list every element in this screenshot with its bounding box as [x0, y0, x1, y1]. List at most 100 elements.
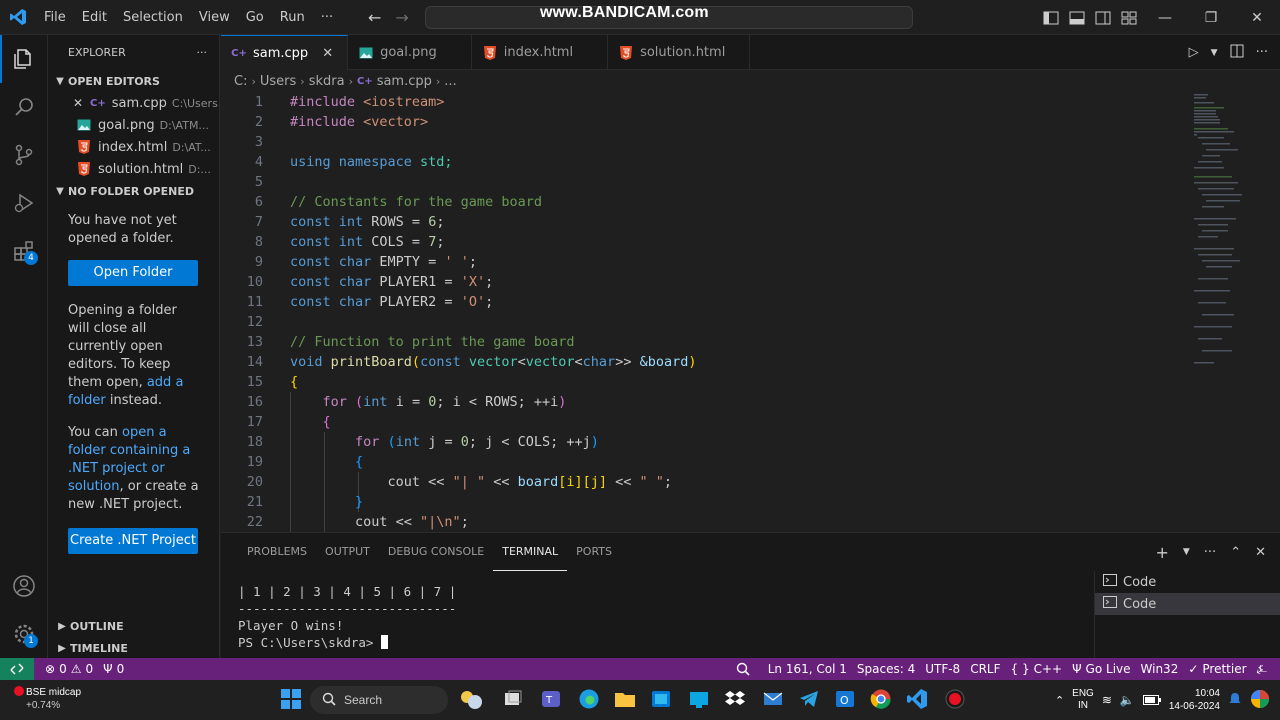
- breadcrumb-item[interactable]: sam.cpp: [377, 74, 432, 89]
- open-editor-solution-html[interactable]: solution.html D:...: [48, 158, 219, 180]
- split-editor-icon[interactable]: [1230, 44, 1244, 62]
- outline-header[interactable]: ▶ OUTLINE: [48, 615, 220, 637]
- chrome-icon[interactable]: [870, 688, 894, 712]
- create-net-project-button[interactable]: Create .NET Project: [68, 528, 198, 554]
- ports-status[interactable]: Ψ0: [98, 662, 129, 676]
- open-editor-index-html[interactable]: index.html D:\AT...: [48, 136, 219, 158]
- code-editor[interactable]: 1 #include <iostream> 2 #include <vector> …: [221, 92, 1280, 532]
- language-indicator[interactable]: ENG IN: [1072, 688, 1094, 712]
- remote-icon[interactable]: [0, 658, 34, 680]
- menu-run[interactable]: Run: [272, 0, 313, 35]
- tab-output[interactable]: OUTPUT: [316, 533, 379, 571]
- toggle-sidebar-icon[interactable]: [1038, 0, 1064, 35]
- close-icon[interactable]: ✕: [73, 96, 85, 110]
- open-editor-goal-png[interactable]: goal.png D:\ATM...: [48, 114, 219, 136]
- terminal-instance[interactable]: Code: [1095, 571, 1280, 593]
- vscode-taskbar-icon[interactable]: [906, 688, 930, 712]
- open-editor-sam-cpp[interactable]: ✕ C+ sam.cpp C:\Users...: [48, 92, 219, 114]
- platform[interactable]: Win32: [1136, 662, 1184, 676]
- color-app-icon[interactable]: [1250, 689, 1270, 712]
- toggle-secondary-sidebar-icon[interactable]: [1090, 0, 1116, 35]
- minimap[interactable]: [1192, 92, 1280, 532]
- more-actions-icon[interactable]: ···: [1204, 545, 1216, 560]
- notification-icon[interactable]: [1228, 692, 1242, 709]
- close-window-icon[interactable]: ✕: [1234, 0, 1280, 35]
- volume-icon[interactable]: 🔈: [1120, 693, 1135, 707]
- clock[interactable]: 10:04 14-06-2024: [1169, 687, 1220, 713]
- tab-debug-console[interactable]: DEBUG CONSOLE: [379, 533, 493, 571]
- edge-icon[interactable]: [578, 688, 602, 712]
- timeline-header[interactable]: ▶ TIMELINE: [48, 637, 220, 659]
- toggle-panel-icon[interactable]: [1064, 0, 1090, 35]
- task-view-icon[interactable]: [502, 688, 526, 712]
- maximize-panel-icon[interactable]: ⌃: [1230, 545, 1241, 560]
- mail-icon[interactable]: [762, 688, 786, 712]
- menu-view[interactable]: View: [191, 0, 238, 35]
- tab-terminal[interactable]: TERMINAL: [493, 533, 568, 571]
- accounts-icon[interactable]: [0, 562, 48, 610]
- stock-widget[interactable]: BSE midcap +0.74%: [26, 686, 81, 712]
- gear-icon[interactable]: 1: [0, 610, 48, 658]
- close-panel-icon[interactable]: ✕: [1255, 545, 1266, 560]
- back-arrow-icon[interactable]: ←: [368, 8, 381, 27]
- end-of-line[interactable]: CRLF: [965, 662, 1005, 676]
- customize-layout-icon[interactable]: [1116, 0, 1142, 35]
- encoding[interactable]: UTF-8: [920, 662, 965, 676]
- cursor-position[interactable]: Ln 161, Col 1: [763, 662, 852, 676]
- prettier[interactable]: ✓ Prettier: [1183, 662, 1251, 676]
- no-folder-header[interactable]: ▼ NO FOLDER OPENED: [48, 180, 219, 202]
- breadcrumb-item[interactable]: C:: [234, 74, 247, 89]
- close-icon[interactable]: ✕: [322, 46, 333, 61]
- search-icon[interactable]: [0, 83, 48, 131]
- bell-icon[interactable]: ⍼: [1252, 662, 1272, 677]
- store-icon[interactable]: [650, 688, 674, 712]
- chevron-down-icon[interactable]: ▼: [1183, 547, 1190, 557]
- go-live[interactable]: Ψ Go Live: [1067, 662, 1135, 676]
- taskbar-search[interactable]: Search: [310, 686, 448, 714]
- menu-edit[interactable]: Edit: [74, 0, 115, 35]
- indentation[interactable]: Spaces: 4: [852, 662, 920, 676]
- tab-index-html[interactable]: index.html: [472, 35, 609, 70]
- restore-icon[interactable]: ❐: [1188, 0, 1234, 35]
- app-icon[interactable]: [688, 688, 712, 712]
- file-explorer-icon[interactable]: [614, 688, 638, 712]
- new-terminal-icon[interactable]: +: [1155, 543, 1168, 562]
- teams-icon[interactable]: T: [540, 688, 564, 712]
- forward-arrow-icon[interactable]: →: [395, 8, 408, 27]
- battery-icon[interactable]: [1142, 693, 1161, 708]
- minimize-icon[interactable]: —: [1142, 0, 1188, 35]
- tab-ports[interactable]: PORTS: [567, 533, 621, 571]
- telegram-icon[interactable]: [798, 688, 822, 712]
- tab-solution-html[interactable]: solution.html: [608, 35, 751, 70]
- outlook-icon[interactable]: O: [834, 688, 858, 712]
- windows-start-icon[interactable]: [280, 688, 304, 712]
- menu-selection[interactable]: Selection: [115, 0, 191, 35]
- chevron-down-icon[interactable]: ▼: [1211, 48, 1218, 58]
- tab-problems[interactable]: PROBLEMS: [238, 533, 316, 571]
- record-icon[interactable]: [944, 688, 968, 712]
- language-mode[interactable]: { } C++: [1006, 662, 1068, 676]
- zoom-icon[interactable]: [731, 662, 755, 676]
- terminal-instance[interactable]: Code: [1095, 593, 1280, 615]
- explorer-icon[interactable]: [0, 35, 48, 83]
- menu-go[interactable]: Go: [238, 0, 272, 35]
- menu-more[interactable]: ···: [313, 0, 341, 35]
- breadcrumb-item[interactable]: Users: [260, 74, 296, 89]
- breadcrumb-item[interactable]: ...: [444, 74, 456, 89]
- tab-sam-cpp[interactable]: C+ sam.cpp ✕: [221, 35, 349, 70]
- widgets-icon[interactable]: [458, 688, 482, 712]
- source-control-icon[interactable]: [0, 131, 48, 179]
- more-actions-icon[interactable]: ···: [1256, 45, 1268, 60]
- extensions-icon[interactable]: 4: [0, 227, 48, 275]
- run-file-icon[interactable]: ▷: [1189, 45, 1199, 60]
- open-folder-button[interactable]: Open Folder: [68, 260, 198, 286]
- menu-file[interactable]: File: [36, 0, 74, 35]
- tab-goal-png[interactable]: goal.png: [348, 35, 472, 70]
- more-actions-icon[interactable]: ···: [197, 46, 208, 59]
- breadcrumb-item[interactable]: skdra: [309, 74, 345, 89]
- run-debug-icon[interactable]: [0, 179, 48, 227]
- wifi-icon[interactable]: ≋: [1102, 693, 1112, 707]
- problems-status[interactable]: ⊗ 0 ⚠ 0: [40, 662, 98, 676]
- open-editors-header[interactable]: ▼ OPEN EDITORS: [48, 70, 219, 92]
- terminal-output[interactable]: | 1 | 2 | 3 | 4 | 5 | 6 | 7 | -----------…: [238, 583, 456, 651]
